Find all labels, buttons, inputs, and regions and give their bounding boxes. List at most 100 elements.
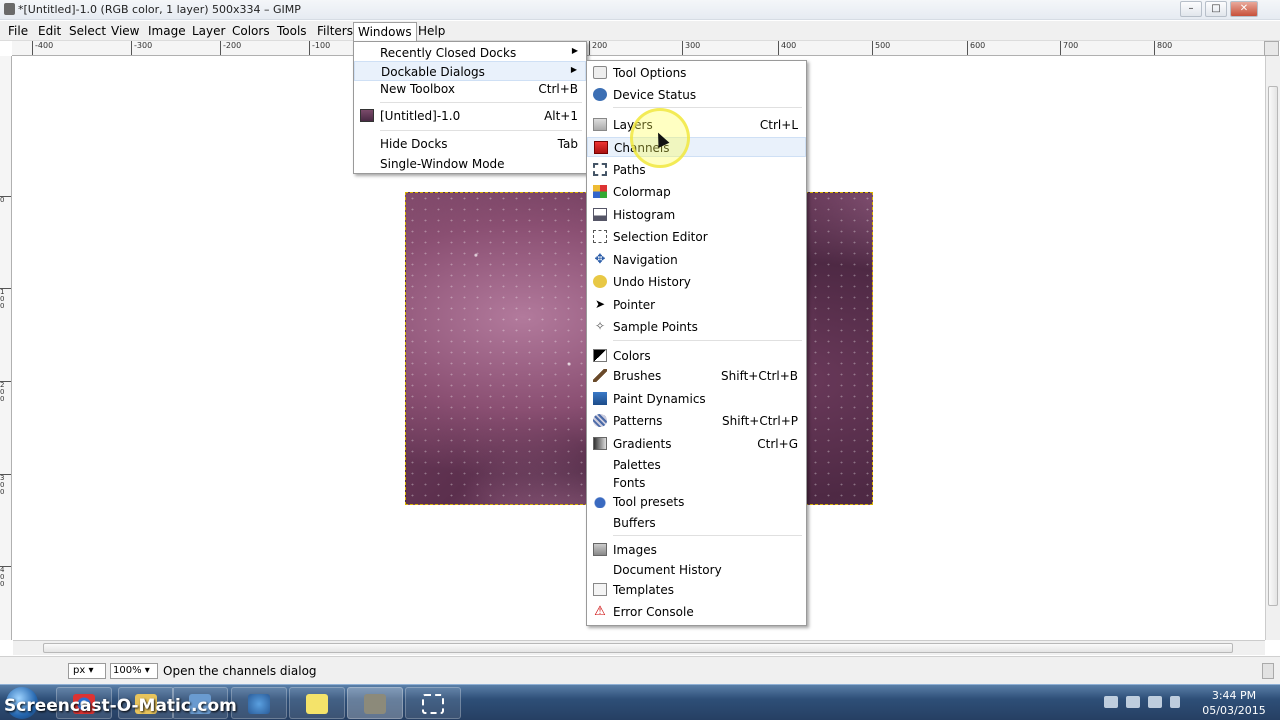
device-status-icon	[593, 88, 607, 101]
menu-edit[interactable]: Edit	[36, 24, 63, 38]
scroll-thumb[interactable]	[1268, 86, 1278, 606]
gradients-icon	[593, 437, 607, 450]
submenu-arrow-icon: ▶	[571, 46, 578, 55]
menu-item-buffers[interactable]: Buffers	[587, 513, 806, 533]
layers-icon	[593, 118, 607, 131]
maximize-button[interactable]: □	[1205, 1, 1227, 17]
menu-item-recently-closed-docks[interactable]: Recently Closed Docks ▶	[354, 43, 586, 63]
network-icon[interactable]	[1148, 696, 1162, 708]
menu-item-images[interactable]: Images	[587, 540, 806, 560]
taskbar-gimp[interactable]	[347, 687, 403, 719]
vertical-scrollbar[interactable]	[1265, 56, 1280, 640]
menu-item-label: Sample Points	[613, 320, 698, 334]
menu-item-paint-dynamics[interactable]: Paint Dynamics	[587, 389, 806, 409]
menu-item-new-toolbox[interactable]: New Toolbox Ctrl+B	[354, 79, 586, 99]
zoom-select[interactable]: 100% ▾	[110, 663, 158, 679]
menu-item-error-console[interactable]: ⚠ Error Console	[587, 602, 806, 622]
menu-item-sample-points[interactable]: ✧ Sample Points	[587, 317, 806, 337]
menu-filters[interactable]: Filters	[315, 24, 355, 38]
menu-item-single-window-mode[interactable]: Single-Window Mode	[354, 154, 586, 174]
tray-icon[interactable]	[1126, 696, 1140, 708]
menu-layer[interactable]: Layer	[190, 24, 227, 38]
taskbar-screencast[interactable]	[405, 687, 461, 719]
sample-points-icon: ✧	[594, 319, 606, 333]
menu-view[interactable]: View	[109, 24, 141, 38]
sticky-notes-icon	[306, 694, 328, 714]
navigate-image-button[interactable]	[1264, 41, 1279, 56]
resize-grip[interactable]	[1262, 663, 1274, 679]
menu-item-tool-options[interactable]: Tool Options	[587, 63, 806, 83]
ruler-label: -100	[309, 41, 330, 55]
window-title: *[Untitled]-1.0 (RGB color, 1 layer) 500…	[18, 3, 301, 16]
status-bar: px ▾ 100% ▾ Open the channels dialog	[0, 656, 1280, 684]
menu-item-shortcut: Ctrl+B	[538, 82, 578, 96]
ruler-label: 1 0 0	[0, 288, 11, 310]
clock-time: 3:44 PM	[1211, 689, 1257, 702]
image-thumbnail-icon	[360, 109, 374, 122]
taskbar-thunderbird[interactable]	[231, 687, 287, 719]
menu-colors[interactable]: Colors	[230, 24, 272, 38]
patterns-icon	[593, 414, 607, 427]
menu-item-fonts[interactable]: Fonts	[587, 473, 806, 493]
ruler-label: 400	[778, 41, 796, 55]
menu-help[interactable]: Help	[416, 24, 447, 38]
menu-item-layers[interactable]: Layers Ctrl+L	[587, 115, 806, 135]
taskbar-notes[interactable]	[289, 687, 345, 719]
menu-item-paths[interactable]: Paths	[587, 160, 806, 180]
menu-item-tool-presets[interactable]: Tool presets	[587, 492, 806, 512]
colormap-icon	[593, 185, 607, 198]
vertical-ruler[interactable]: 0 1 0 0 2 0 0 3 0 0 4 0 0	[0, 56, 12, 640]
menu-item-brushes[interactable]: Brushes Shift+Ctrl+B	[587, 366, 806, 386]
menu-item-hide-docks[interactable]: Hide Docks Tab	[354, 134, 586, 154]
ruler-label: 300	[682, 41, 700, 55]
navigation-icon: ✥	[594, 252, 606, 267]
system-clock[interactable]: 3:44 PM 05/03/2015	[1194, 688, 1274, 718]
gimp-icon	[364, 694, 386, 714]
menu-item-device-status[interactable]: Device Status	[587, 85, 806, 105]
menu-item-histogram[interactable]: Histogram	[587, 205, 806, 225]
menu-item-patterns[interactable]: Patterns Shift+Ctrl+P	[587, 411, 806, 431]
minimize-button[interactable]: –	[1180, 1, 1202, 17]
menu-item-label: Colors	[613, 349, 651, 363]
menu-separator	[613, 535, 802, 536]
ruler-label: 600	[967, 41, 985, 55]
menu-item-channels[interactable]: Channels	[587, 137, 806, 157]
menu-item-gradients[interactable]: Gradients Ctrl+G	[587, 434, 806, 454]
menu-item-shortcut: Ctrl+L	[759, 118, 798, 132]
menu-item-shortcut: Shift+Ctrl+B	[721, 369, 798, 383]
menu-tools[interactable]: Tools	[275, 24, 309, 38]
menu-item-navigation[interactable]: ✥ Navigation	[587, 250, 806, 270]
unit-select[interactable]: px ▾	[68, 663, 106, 679]
ruler-label: -400	[32, 41, 53, 55]
submenu-arrow-icon: ▶	[570, 65, 577, 74]
menu-item-untitled-image[interactable]: [Untitled]-1.0 Alt+1	[354, 106, 586, 126]
menu-item-label: [Untitled]-1.0	[380, 109, 461, 123]
horizontal-scrollbar[interactable]	[13, 640, 1265, 655]
volume-icon[interactable]	[1170, 696, 1180, 708]
menu-item-label: Palettes	[613, 458, 661, 472]
menu-image[interactable]: Image	[146, 24, 188, 38]
menu-item-dockable-dialogs[interactable]: Dockable Dialogs ▶	[354, 61, 586, 81]
menu-item-undo-history[interactable]: Undo History	[587, 272, 806, 292]
menu-item-palettes[interactable]: Palettes	[587, 455, 806, 475]
menu-item-label: Device Status	[613, 88, 697, 102]
menu-item-label: Fonts	[613, 476, 646, 490]
menu-item-pointer[interactable]: ➤ Pointer	[587, 295, 806, 315]
menu-item-label: Paths	[613, 163, 646, 177]
menu-separator	[613, 107, 802, 108]
warning-icon: ⚠	[594, 604, 606, 619]
menu-item-label: Document History	[613, 563, 722, 577]
close-button[interactable]: ✕	[1230, 1, 1258, 17]
horizontal-ruler[interactable]: -400 -300 -200 -100 0 100 200 300 400 50…	[12, 41, 1264, 56]
menu-item-templates[interactable]: Templates	[587, 580, 806, 600]
ruler-label: 0	[0, 196, 11, 204]
menu-item-document-history[interactable]: Document History	[587, 560, 806, 580]
tray-icon[interactable]	[1104, 696, 1118, 708]
scroll-thumb[interactable]	[43, 643, 1233, 653]
menu-item-colormap[interactable]: Colormap	[587, 182, 806, 202]
menu-item-selection-editor[interactable]: Selection Editor	[587, 227, 806, 247]
menu-item-colors[interactable]: Colors	[587, 346, 806, 366]
menu-windows[interactable]: Windows	[353, 22, 417, 41]
menu-select[interactable]: Select	[67, 24, 108, 38]
menu-file[interactable]: File	[6, 24, 30, 38]
